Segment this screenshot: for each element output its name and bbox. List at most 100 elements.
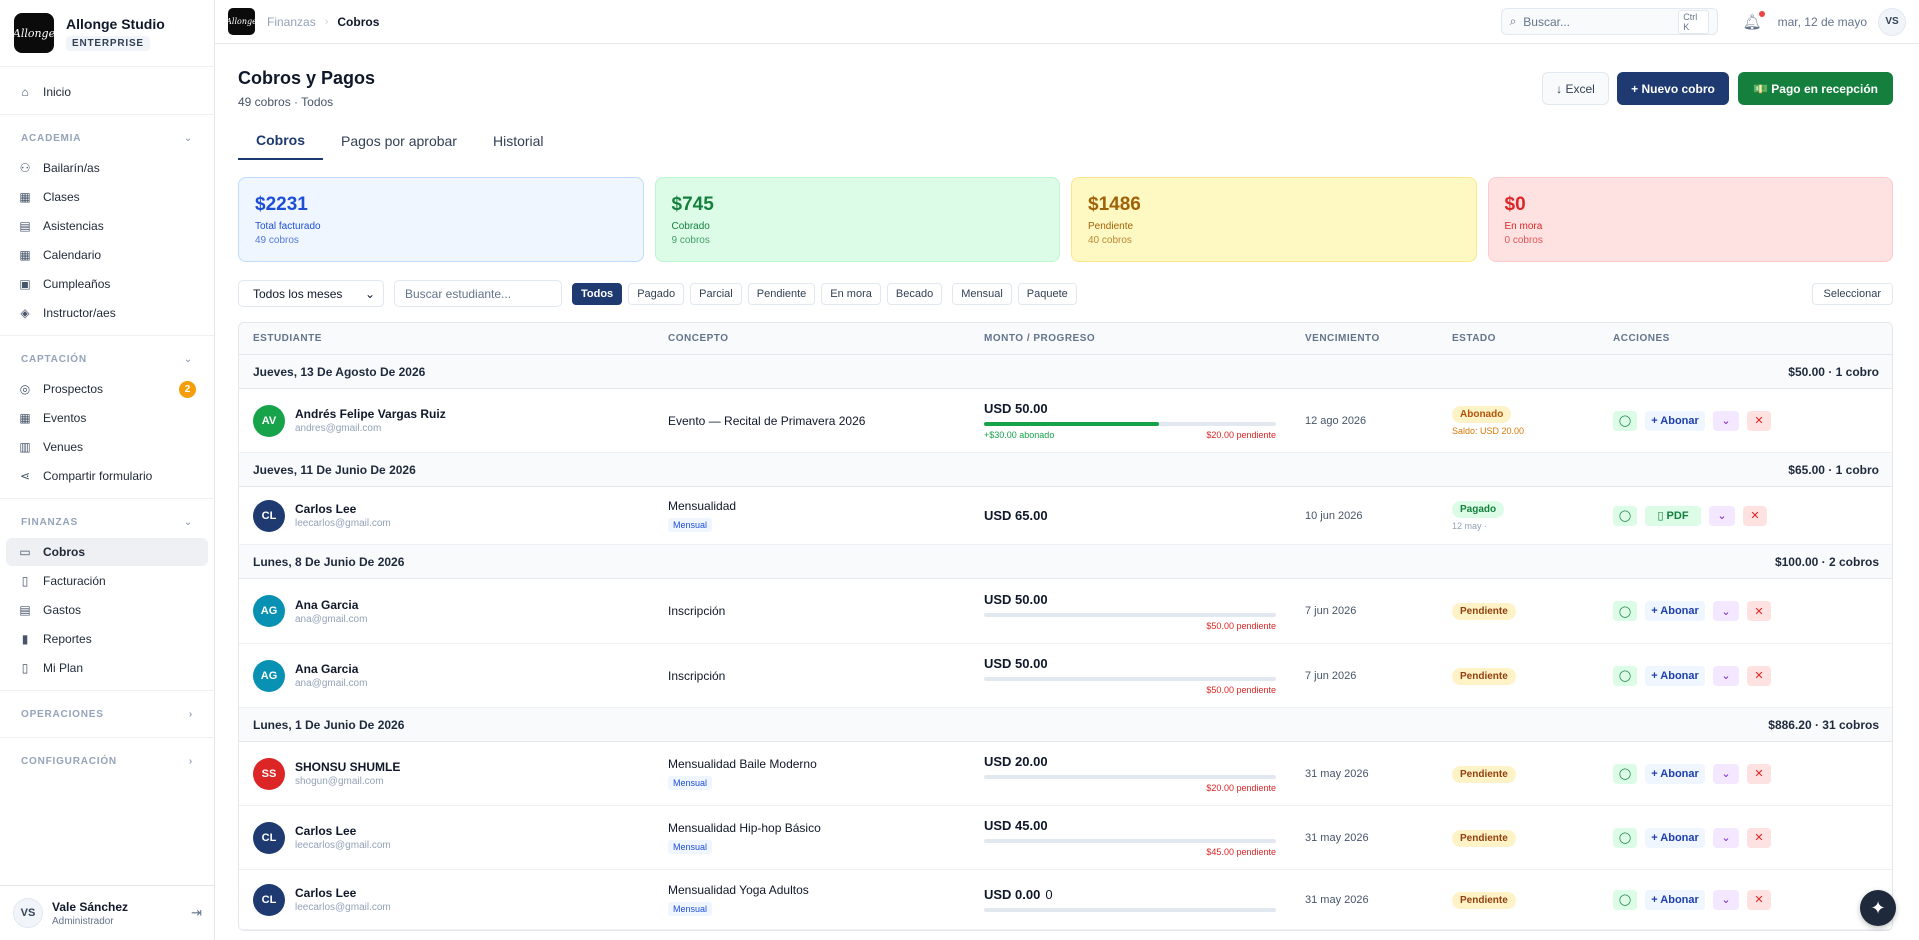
table-row[interactable]: SS SHONSU SHUMLE shogun@gmail.com Mensuali…	[239, 742, 1892, 806]
sidebar-item-label: Gastos	[43, 603, 82, 617]
date-group-header: Jueves, 13 De Agosto De 2026 $50.00 · 1 c…	[239, 355, 1892, 389]
sidebar-item-prospectos[interactable]: ◎ Prospectos 2	[6, 375, 208, 403]
section-academia[interactable]: ACADEMIA ⌄	[0, 123, 214, 153]
card-amount: $1486	[1088, 194, 1141, 215]
student-name: Andrés Felipe Vargas Ruiz	[295, 407, 446, 421]
current-date: mar, 12 de mayo	[1777, 14, 1867, 29]
whatsapp-icon[interactable]: ◯	[1613, 665, 1637, 686]
col-estado: ESTADO	[1452, 333, 1496, 344]
chip-mensual[interactable]: Mensual	[952, 282, 1012, 305]
section-operaciones[interactable]: OPERACIONES ›	[0, 699, 214, 729]
card-label: En mora	[1504, 221, 1543, 232]
excel-button[interactable]: ↓ Excel	[1542, 72, 1609, 105]
sidebar-item-cobros[interactable]: ▭ Cobros	[6, 538, 208, 566]
abonar-button[interactable]: + Abonar	[1645, 410, 1705, 431]
sidebar-item-cumpleanos[interactable]: ▣ Cumpleaños	[6, 270, 208, 298]
chip-parcial[interactable]: Parcial	[690, 282, 742, 305]
select-button[interactable]: Seleccionar	[1811, 282, 1893, 305]
chevron-down-icon[interactable]: ⌄	[1713, 410, 1739, 431]
concept: Evento — Recital de Primavera 2026	[668, 413, 866, 428]
abonar-button[interactable]: + Abonar	[1645, 601, 1705, 621]
sidebar-item-mi-plan[interactable]: ▯ Mi Plan	[6, 654, 208, 682]
chip-pagado[interactable]: Pagado	[628, 282, 685, 305]
sidebar-item-compartir[interactable]: ⋖ Compartir formulario	[6, 462, 208, 490]
whatsapp-icon[interactable]: ◯	[1613, 889, 1637, 910]
logout-icon[interactable]: ⇥	[191, 905, 202, 921]
abonar-button[interactable]: + Abonar	[1645, 763, 1705, 784]
sidebar-item-gastos[interactable]: ▤ Gastos	[6, 596, 208, 624]
abonar-button[interactable]: + Abonar	[1645, 827, 1705, 848]
bell-icon[interactable]: 🔔︎	[1743, 10, 1765, 31]
status-chips: Todos Pagado Parcial Pendiente En mora B…	[572, 282, 1077, 305]
sidebar-item-facturacion[interactable]: ▯ Facturación	[6, 567, 208, 595]
search-input[interactable]	[1523, 14, 1679, 29]
chip-paquete[interactable]: Paquete	[1017, 282, 1077, 305]
sidebar-item-reportes[interactable]: ▮ Reportes	[6, 625, 208, 653]
close-icon[interactable]: ✕	[1747, 601, 1771, 621]
student-name: Carlos Lee	[295, 502, 357, 516]
abonar-button[interactable]: + Abonar	[1645, 665, 1705, 686]
table-row[interactable]: CL Carlos Lee leecarlos@gmail.com Mensuali…	[239, 806, 1892, 870]
table-row[interactable]: CL Carlos Lee leecarlos@gmail.com Mensuali…	[239, 487, 1892, 545]
sidebar-item-label: Facturación	[43, 574, 106, 588]
sidebar-item-instructores[interactable]: ◈ Instructor/aes	[6, 299, 208, 327]
chevron-down-icon[interactable]: ⌄	[1709, 505, 1735, 526]
chevron-down-icon[interactable]: ⌄	[1713, 827, 1739, 848]
sidebar-item-eventos[interactable]: ▦ Eventos	[6, 404, 208, 432]
close-icon[interactable]: ✕	[1743, 505, 1767, 526]
table-row[interactable]: AG Ana Garcia ana@gmail.com Inscripción US…	[239, 644, 1892, 708]
table-header: ESTUDIANTE CONCEPTO MONTO / PROGRESO VEN…	[239, 323, 1892, 355]
sidebar-item-calendario[interactable]: ▦ Calendario	[6, 241, 208, 269]
close-icon[interactable]: ✕	[1747, 827, 1771, 848]
chip-pendiente[interactable]: Pendiente	[747, 282, 816, 305]
tab-pagos-por-aprobar[interactable]: Pagos por aprobar	[323, 122, 475, 160]
sidebar-item-inicio[interactable]: ⌂ Inicio	[6, 78, 208, 106]
close-icon[interactable]: ✕	[1747, 889, 1771, 910]
tab-cobros[interactable]: Cobros	[238, 122, 323, 160]
whatsapp-icon[interactable]: ◯	[1613, 763, 1637, 784]
sidebar-item-bailarinas[interactable]: ⚇ Bailarín/as	[6, 154, 208, 182]
sparkle-fab-button[interactable]: ✦	[1860, 890, 1896, 926]
student-search-input[interactable]	[394, 280, 562, 307]
close-icon[interactable]: ✕	[1747, 665, 1771, 686]
breadcrumb-finanzas[interactable]: Finanzas	[267, 15, 316, 29]
chevron-down-icon[interactable]: ⌄	[1713, 889, 1739, 910]
status-note: 12 may ·	[1452, 521, 1488, 531]
table-row[interactable]: CL Carlos Lee leecarlos@gmail.com Mensuali…	[239, 870, 1892, 930]
table-row[interactable]: AG Ana Garcia ana@gmail.com Inscripción US…	[239, 579, 1892, 644]
student-email: ana@gmail.com	[295, 678, 368, 689]
month-select[interactable]: Todos los meses ⌄	[238, 280, 384, 307]
tabs: Cobros Pagos por aprobar Historial	[238, 122, 1893, 160]
sidebar-item-asistencias[interactable]: ▤ Asistencias	[6, 212, 208, 240]
sidebar-item-venues[interactable]: ▥ Venues	[6, 433, 208, 461]
chip-todos[interactable]: Todos	[572, 282, 623, 305]
table-row[interactable]: AV Andrés Felipe Vargas Ruiz andres@gmail.…	[239, 389, 1892, 453]
date-group-header: Lunes, 8 De Junio De 2026 $100.00 · 2 cob…	[239, 545, 1892, 579]
section-captacion[interactable]: CAPTACIÓN ⌄	[0, 344, 214, 374]
chevron-down-icon[interactable]: ⌄	[1713, 763, 1739, 784]
chevron-down-icon[interactable]: ⌄	[1713, 665, 1739, 686]
avatar[interactable]: VS	[13, 898, 43, 928]
close-icon[interactable]: ✕	[1747, 763, 1771, 784]
close-icon[interactable]: ✕	[1747, 410, 1771, 431]
abonar-button[interactable]: + Abonar	[1645, 889, 1705, 910]
reception-payment-button[interactable]: 💵 Pago en recepción	[1738, 72, 1893, 105]
chevron-down-icon[interactable]: ⌄	[1713, 601, 1739, 621]
chip-en-mora[interactable]: En mora	[821, 282, 881, 305]
avatar[interactable]: VS	[1878, 7, 1906, 36]
bar-chart-icon: ▮	[21, 632, 29, 646]
sidebar-item-clases[interactable]: ▦ Clases	[6, 183, 208, 211]
section-finanzas[interactable]: FINANZAS ⌄	[0, 507, 214, 537]
chip-becado[interactable]: Becado	[886, 282, 943, 305]
top-logo[interactable]: Allonge	[226, 8, 257, 35]
section-configuracion[interactable]: CONFIGURACIÓN ›	[0, 746, 214, 776]
tab-historial[interactable]: Historial	[475, 122, 562, 160]
whatsapp-icon[interactable]: ◯	[1613, 410, 1637, 431]
whatsapp-icon[interactable]: ◯	[1613, 827, 1637, 848]
whatsapp-icon[interactable]: ◯	[1613, 505, 1637, 526]
pdf-button[interactable]: ▯ PDF	[1645, 505, 1701, 526]
group-date: Jueves, 13 De Agosto De 2026	[253, 364, 426, 379]
new-charge-button[interactable]: + Nuevo cobro	[1617, 72, 1729, 105]
search-box[interactable]: ⌕ Ctrl K	[1500, 8, 1718, 35]
whatsapp-icon[interactable]: ◯	[1613, 601, 1637, 621]
